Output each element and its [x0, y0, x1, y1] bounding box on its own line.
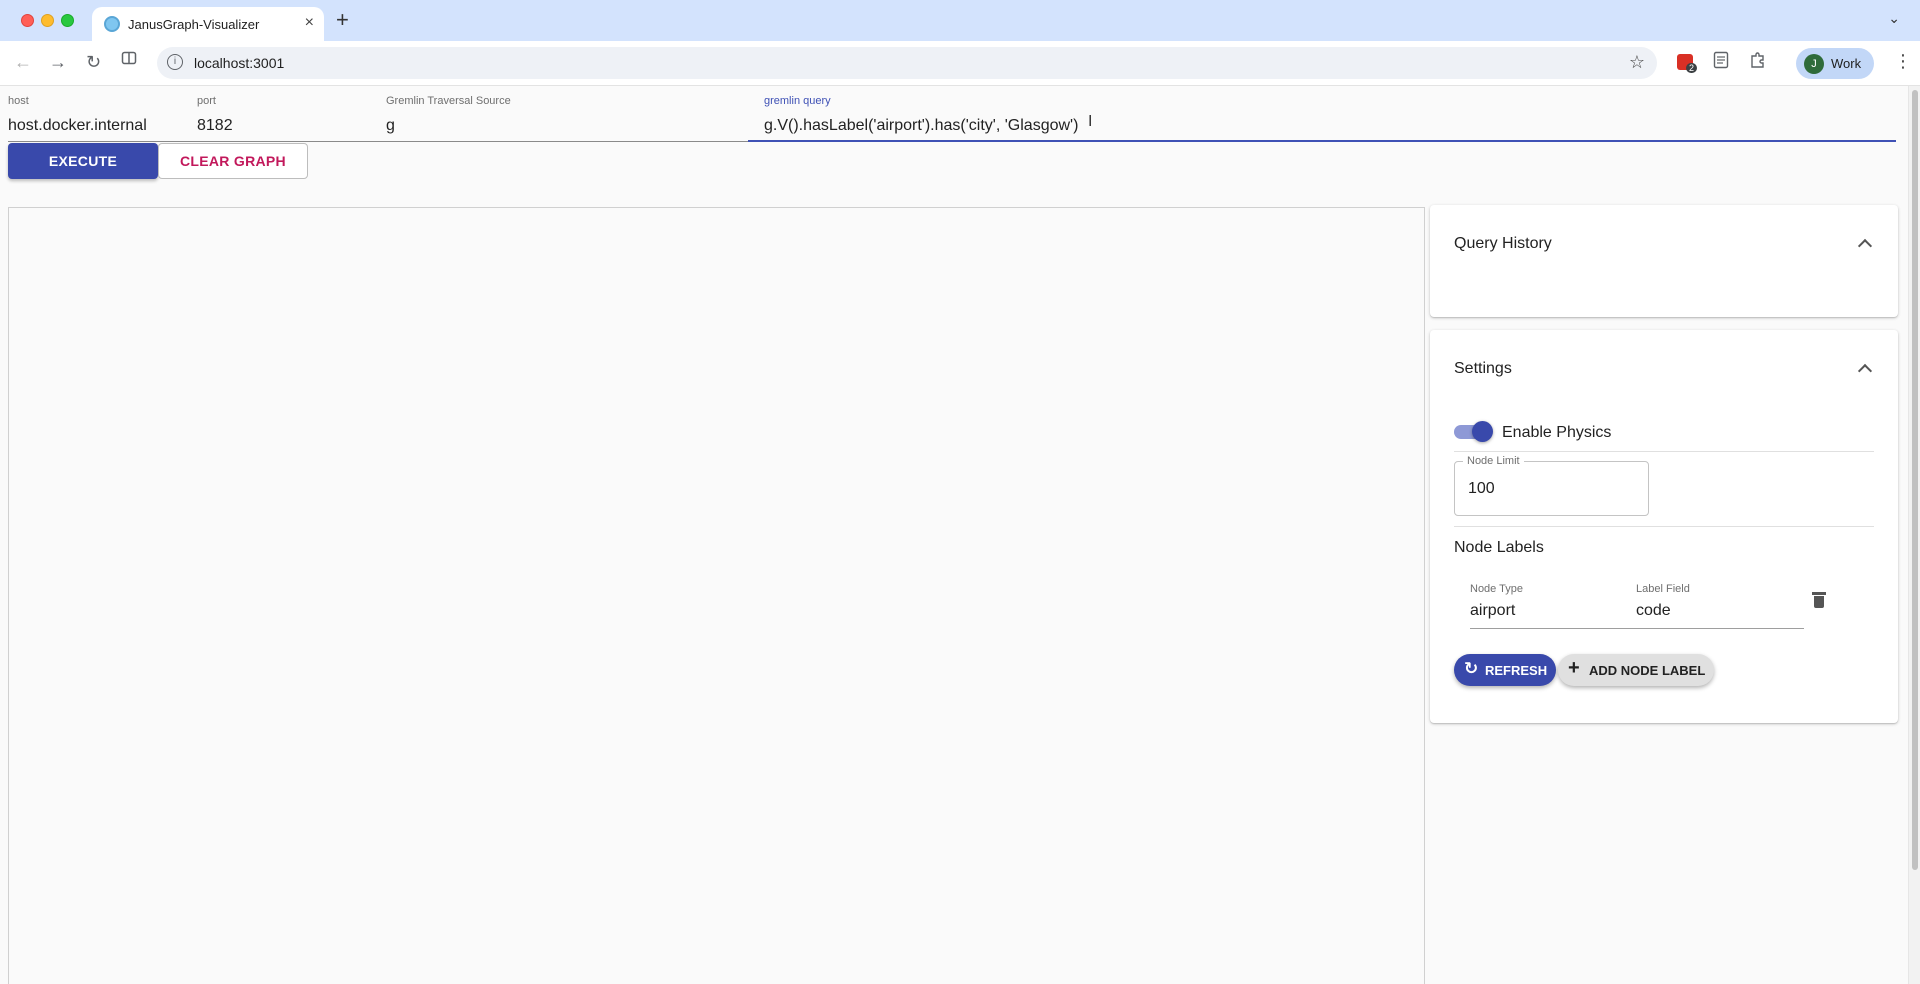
window-close-button[interactable]: [21, 14, 34, 27]
profile-name: Work: [1831, 56, 1862, 71]
label-field-input[interactable]: code: [1636, 602, 1671, 620]
gremlin-query-underline: [748, 140, 1896, 142]
label-field-field[interactable]: Label Field code: [1636, 583, 1804, 631]
clear-graph-button[interactable]: CLEAR GRAPH: [158, 143, 308, 179]
node-labels-title: Node Labels: [1454, 539, 1544, 556]
node-limit-input[interactable]: 100: [1468, 480, 1495, 498]
url-text[interactable]: localhost:3001: [194, 55, 284, 71]
node-limit-label: Node Limit: [1463, 455, 1524, 467]
avatar: J: [1804, 54, 1824, 74]
gremlin-query-label: gremlin query: [764, 95, 831, 107]
trash-lid: [1812, 592, 1826, 595]
chevron-up-icon[interactable]: [1857, 363, 1873, 379]
extensions-puzzle-icon[interactable]: [1749, 51, 1767, 74]
browser-menu-icon[interactable]: ⋮: [1894, 51, 1912, 72]
node-type-input[interactable]: airport: [1470, 602, 1515, 620]
graph-canvas[interactable]: [8, 207, 1425, 984]
scrollbar-thumb[interactable]: [1912, 90, 1918, 870]
window-minimize-button[interactable]: [41, 14, 54, 27]
physics-toggle[interactable]: [1472, 421, 1493, 442]
site-info-icon[interactable]: i: [167, 54, 183, 70]
tab-close-icon[interactable]: ×: [305, 14, 314, 32]
node-type-label: Node Type: [1470, 583, 1524, 595]
trash-body: [1814, 596, 1824, 608]
browser-toolbar: ← → ↻ i localhost:3001 ☆ 2 J Work ⋮: [0, 41, 1920, 86]
port-underline: [188, 141, 378, 142]
host-field[interactable]: host host.docker.internal: [8, 86, 188, 142]
port-input[interactable]: 8182: [197, 117, 233, 135]
extension-badge: 2: [1686, 63, 1698, 73]
host-underline: [8, 141, 188, 142]
forward-icon[interactable]: →: [49, 52, 67, 72]
favicon-icon: [104, 16, 120, 32]
refresh-label: REFRESH: [1485, 663, 1548, 678]
host-input[interactable]: host.docker.internal: [8, 117, 147, 135]
new-tab-button[interactable]: +: [336, 8, 349, 32]
profile-button[interactable]: J Work: [1796, 48, 1874, 79]
divider: [1454, 526, 1874, 527]
gremlin-query-field[interactable]: gremlin query g.V().hasLabel('airport').…: [748, 86, 1896, 142]
label-field-underline: [1636, 628, 1804, 629]
back-icon[interactable]: ←: [14, 52, 32, 72]
bookmark-star-icon[interactable]: ☆: [1629, 52, 1645, 73]
divider: [1454, 451, 1874, 452]
window-zoom-button[interactable]: [61, 14, 74, 27]
refresh-icon: ↻: [1464, 659, 1479, 678]
host-label: host: [8, 95, 29, 107]
settings-panel: Settings Enable Physics Node Limit 100 N…: [1430, 330, 1898, 723]
add-node-label-label: ADD NODE LABEL: [1589, 663, 1706, 678]
reload-icon[interactable]: ↻: [86, 52, 101, 72]
gremlin-query-input[interactable]: g.V().hasLabel('airport').has('city', 'G…: [764, 117, 1078, 135]
add-node-label-button[interactable]: + ADD NODE LABEL: [1558, 654, 1714, 686]
page-scrollbar[interactable]: [1908, 86, 1920, 984]
label-field-label: Label Field: [1636, 583, 1690, 595]
tab-search-icon[interactable]: ⌄: [1888, 10, 1900, 27]
chevron-up-icon[interactable]: [1857, 238, 1873, 254]
port-field[interactable]: port 8182: [188, 86, 378, 142]
address-bar[interactable]: i localhost:3001 ☆: [157, 47, 1657, 79]
node-limit-field[interactable]: Node Limit 100: [1454, 455, 1649, 516]
query-history-panel: Query History: [1430, 205, 1898, 317]
traversal-source-label: Gremlin Traversal Source: [386, 95, 511, 107]
browser-tab-strip: JanusGraph-Visualizer × + ⌄: [0, 0, 1920, 41]
port-label: port: [197, 95, 216, 107]
reading-list-icon[interactable]: [1713, 51, 1729, 74]
plus-icon: +: [1568, 657, 1580, 679]
app-page: host host.docker.internal port 8182 Grem…: [0, 86, 1908, 984]
browser-tab-active[interactable]: JanusGraph-Visualizer ×: [92, 7, 324, 41]
execute-button[interactable]: EXECUTE: [8, 143, 158, 179]
tab-title: JanusGraph-Visualizer: [128, 17, 260, 32]
text-cursor-icon: I: [1088, 113, 1093, 130]
sidebar-icon[interactable]: [121, 50, 137, 70]
query-history-title[interactable]: Query History: [1454, 235, 1552, 253]
node-type-field[interactable]: Node Type airport: [1470, 583, 1636, 631]
node-type-underline: [1470, 628, 1636, 629]
delete-trash-icon[interactable]: [1812, 592, 1826, 608]
traversal-source-field[interactable]: Gremlin Traversal Source g: [378, 86, 748, 142]
physics-toggle-label: Enable Physics: [1502, 424, 1612, 441]
settings-title[interactable]: Settings: [1454, 360, 1512, 378]
refresh-button[interactable]: ↻ REFRESH: [1454, 654, 1556, 686]
traversal-source-input[interactable]: g: [386, 117, 395, 135]
traversal-source-underline: [378, 141, 748, 142]
